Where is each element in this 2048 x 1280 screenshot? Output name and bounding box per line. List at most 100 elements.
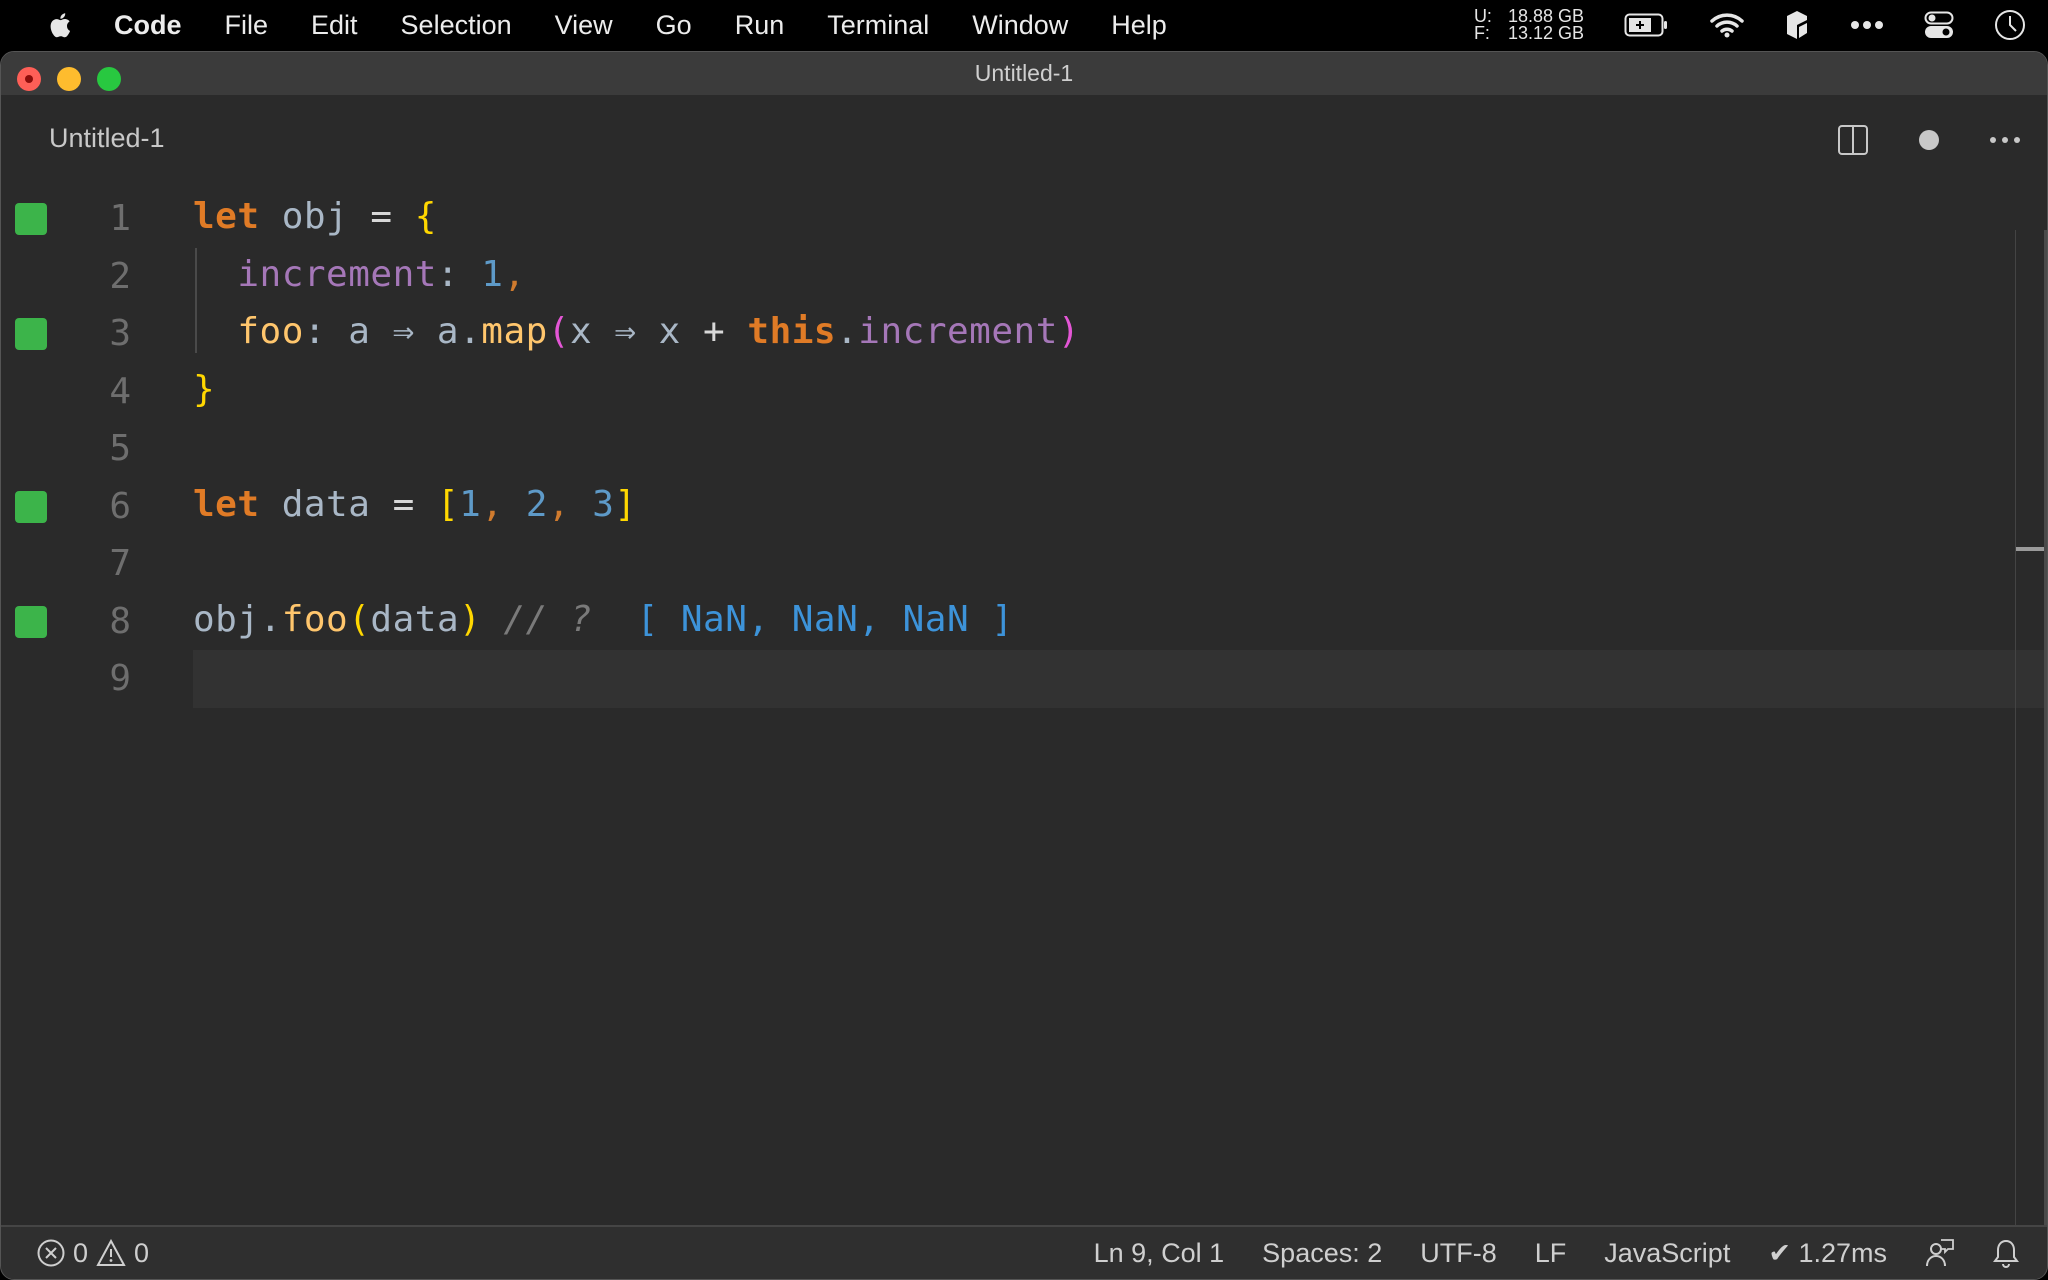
memory-status[interactable]: U: 18.88 GB F: 13.12 GB xyxy=(1473,7,1584,43)
code-token: let xyxy=(193,196,260,237)
code-token: ( xyxy=(547,311,570,352)
code-token: increment xyxy=(858,311,1058,352)
quokka-timing[interactable]: ✔ 1.27ms xyxy=(1768,1238,1887,1269)
coverage-marker-icon xyxy=(15,490,47,523)
line-number: 8 xyxy=(109,600,131,642)
code-token: ) xyxy=(459,598,482,640)
code-token: 3 xyxy=(592,483,615,525)
apple-logo-icon[interactable] xyxy=(44,10,74,40)
code-token: obj xyxy=(259,196,371,237)
code-line[interactable]: 8 obj.foo(data) // ? [ NaN, NaN, NaN ] xyxy=(1,593,2047,651)
code-token: this xyxy=(747,311,837,352)
line-number: 2 xyxy=(109,255,131,297)
code-token: : xyxy=(436,253,460,295)
line-number: 7 xyxy=(109,543,131,584)
code-token: 1 xyxy=(459,483,482,525)
menu-help[interactable]: Help xyxy=(1111,10,1167,41)
problems-indicator[interactable]: 0 0 xyxy=(37,1238,157,1269)
code-token: 2 xyxy=(525,483,548,525)
line-number: 1 xyxy=(109,198,131,239)
code-token: ] xyxy=(614,483,637,525)
code-token: obj. xyxy=(193,598,282,640)
encoding[interactable]: UTF-8 xyxy=(1420,1238,1497,1269)
more-dots-icon[interactable] xyxy=(1850,20,1884,30)
menu-run[interactable]: Run xyxy=(735,10,785,41)
code-line[interactable]: 4} xyxy=(1,363,2047,421)
code-line[interactable]: 7 xyxy=(1,535,2047,593)
vertical-scrollbar[interactable] xyxy=(2044,230,2047,1279)
menu-edit[interactable]: Edit xyxy=(311,10,358,41)
indentation[interactable]: Spaces: 2 xyxy=(1262,1238,1382,1269)
menu-go[interactable]: Go xyxy=(656,10,692,41)
code-token: + xyxy=(703,311,726,352)
line-number: 5 xyxy=(109,428,131,469)
status-bar: 0 0 Ln 9, Col 1 Spaces: 2 UTF-8 LF JavaS… xyxy=(1,1225,2047,1279)
code-token: let xyxy=(193,483,260,525)
line-number: 9 xyxy=(109,658,131,699)
clock-icon[interactable] xyxy=(1994,9,2026,41)
code-line[interactable]: 5 xyxy=(1,420,2047,478)
menu-selection[interactable]: Selection xyxy=(401,10,512,41)
battery-icon[interactable] xyxy=(1624,12,1670,38)
code-text: } xyxy=(193,369,215,410)
minimap-border xyxy=(2015,230,2016,1279)
current-line-highlight xyxy=(193,650,2047,708)
coverage-marker-icon xyxy=(15,605,47,638)
language-mode[interactable]: JavaScript xyxy=(1604,1238,1730,1269)
code-token: ( xyxy=(348,598,371,640)
control-center-icon[interactable] xyxy=(1924,11,1954,39)
warning-count: 0 xyxy=(134,1237,150,1268)
wifi-icon[interactable] xyxy=(1710,12,1744,38)
code-editor[interactable]: 1 let obj = {2 increment: 1, 3 foo: a ⇒ a.… xyxy=(1,185,2047,1225)
code-token: = xyxy=(392,483,415,525)
code-token: : a ⇒ a. xyxy=(303,311,482,352)
code-line[interactable]: 2 increment: 1, xyxy=(1,248,2047,306)
warning-icon xyxy=(96,1239,126,1267)
coverage-marker-icon xyxy=(15,203,47,235)
notifications-bell-icon[interactable] xyxy=(1993,1238,2019,1268)
code-line[interactable]: 9 xyxy=(1,650,2047,708)
menu-view[interactable]: View xyxy=(555,10,613,41)
code-line[interactable]: 3 foo: a ⇒ a.map(x ⇒ x + this.increment) xyxy=(1,305,2047,363)
code-token: // ? xyxy=(481,598,593,640)
line-number: 6 xyxy=(109,485,131,527)
code-token: foo xyxy=(193,311,304,352)
code-token: ) xyxy=(1057,311,1081,352)
menu-window[interactable]: Window xyxy=(972,10,1068,41)
code-token: 1 xyxy=(459,253,504,295)
line-number: 3 xyxy=(109,313,131,354)
memory-free-label: F: xyxy=(1473,23,1490,43)
menu-file[interactable]: File xyxy=(225,10,269,41)
feedback-icon[interactable] xyxy=(1925,1238,1955,1268)
split-editor-icon[interactable] xyxy=(1833,120,1873,160)
code-text: obj.foo(data) // ? [ NaN, NaN, NaN ] xyxy=(193,599,1014,640)
memory-free-value: 13.12 GB xyxy=(1507,23,1584,43)
code-token: [ xyxy=(436,483,460,525)
code-line[interactable]: 1 let obj = { xyxy=(1,190,2047,248)
end-of-line[interactable]: LF xyxy=(1535,1238,1567,1269)
cursor-position[interactable]: Ln 9, Col 1 xyxy=(1094,1238,1225,1269)
code-token: map xyxy=(481,311,548,352)
menu-app-code[interactable]: Code xyxy=(114,10,182,41)
code-token: } xyxy=(193,368,216,410)
code-text: let obj = { xyxy=(193,196,437,237)
vscode-window: Untitled-1 Untitled-1 1 let obj = { 2 incr… xyxy=(0,51,2048,1280)
code-token: data xyxy=(259,483,393,525)
code-token: , xyxy=(547,483,593,525)
package-icon[interactable] xyxy=(1784,10,1810,40)
more-actions-icon[interactable] xyxy=(1985,120,2025,160)
code-text: let data = [1, 2, 3] xyxy=(193,484,637,525)
code-token: foo xyxy=(281,598,349,640)
code-line[interactable]: 6 let data = [1, 2, 3] xyxy=(1,478,2047,536)
code-token: data xyxy=(370,598,460,640)
code-token: x ⇒ x xyxy=(569,311,704,352)
unsaved-dot-icon[interactable] xyxy=(1909,120,1949,160)
window-title: Untitled-1 xyxy=(974,60,1074,86)
menu-terminal[interactable]: Terminal xyxy=(827,10,929,41)
tab-untitled-1[interactable]: Untitled-1 xyxy=(49,123,165,154)
error-icon xyxy=(37,1239,65,1267)
inline-result: [ NaN, NaN, NaN ] xyxy=(592,598,1014,640)
